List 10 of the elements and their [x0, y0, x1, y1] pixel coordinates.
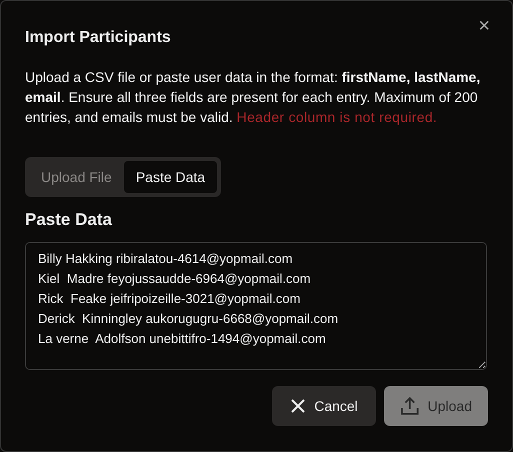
- instructions-text: Upload a CSV file or paste user data in the format: firstName, lastName, email. Ensure all three fields are present for each entry. Maximum of 200 entries, and emails must be valid. Header column is not required.: [25, 68, 482, 127]
- upload-icon: [400, 396, 420, 416]
- section-heading: Paste Data: [25, 209, 113, 231]
- dialog-title: Import Participants: [25, 28, 172, 48]
- paste-data-field[interactable]: Billy Hakking ribiralatou-4614@yopmail.com Kiel Madre feyojussaudde-6964@yopmail.com Rick Feake jeifripoizeille-3021@yopmail.com Derick Kinningley aukorugugru-6668@yopmail.com La verne Adolfson unebittifro-1494@yopmail.com: [25, 242, 487, 370]
- cancel-button[interactable]: Cancel: [272, 386, 376, 426]
- close-icon: [290, 398, 306, 414]
- tab[interactable]: Paste Data: [124, 161, 218, 193]
- close-button[interactable]: ×: [474, 15, 494, 38]
- tab[interactable]: Upload File: [29, 161, 124, 193]
